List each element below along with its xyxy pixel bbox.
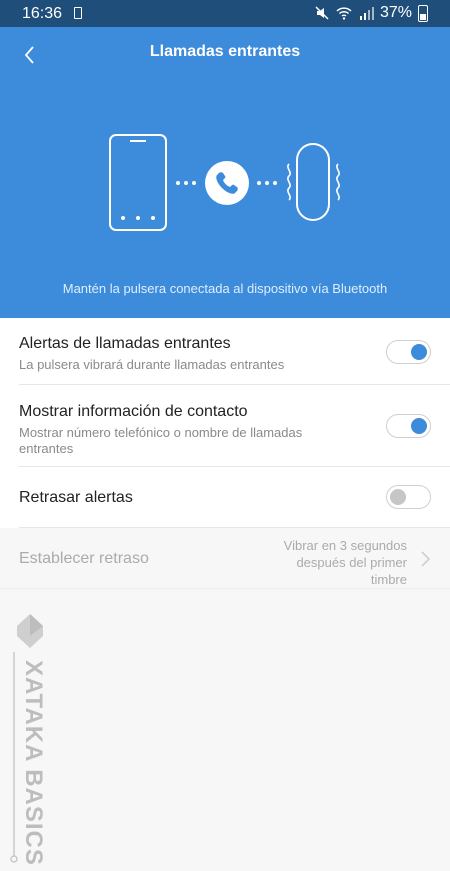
setting-description: La pulsera vibrará durante llamadas entr… bbox=[19, 357, 285, 372]
set-delay-value-line: Vibrar en 3 segundos bbox=[283, 538, 407, 553]
set-delay-value: Vibrar en 3 segundos después del primer … bbox=[257, 537, 407, 588]
band-icon bbox=[287, 143, 340, 221]
status-bar: 16:36 37% bbox=[0, 0, 450, 27]
settings-list: Alertas de llamadas entrantes La pulsera… bbox=[0, 318, 450, 528]
incoming-alerts-toggle[interactable] bbox=[386, 340, 431, 364]
set-delay-value-line: después del primer bbox=[296, 555, 407, 570]
status-time: 16:36 bbox=[22, 5, 63, 22]
setting-description: Mostrar número telefónico o nombre de ll… bbox=[19, 425, 303, 456]
connection-dots-right bbox=[257, 181, 277, 185]
call-icon bbox=[205, 161, 249, 205]
toggle-knob bbox=[390, 489, 406, 505]
chevron-right-icon bbox=[421, 551, 431, 567]
connection-dots-left bbox=[176, 181, 196, 185]
setting-show-contact-info: Mostrar información de contacto Mostrar … bbox=[19, 385, 450, 467]
set-delay-row[interactable]: Establecer retraso Vibrar en 3 segundos … bbox=[0, 528, 450, 589]
delay-alerts-toggle[interactable] bbox=[386, 485, 431, 509]
toggle-knob bbox=[411, 344, 427, 360]
battery-percent: 37% bbox=[379, 4, 412, 21]
phone-device-icon bbox=[109, 134, 167, 231]
page-title: Llamadas entrantes bbox=[149, 43, 301, 60]
connection-illustration bbox=[109, 134, 340, 231]
header-hero: Llamadas entrantes Mantén la pulsera con… bbox=[0, 27, 450, 318]
wifi-icon bbox=[336, 7, 352, 20]
bluetooth-hint: Mantén la pulsera conectada al dispositi… bbox=[62, 281, 388, 296]
setting-incoming-call-alerts: Alertas de llamadas entrantes La pulsera… bbox=[19, 318, 450, 385]
contact-info-toggle[interactable] bbox=[386, 414, 431, 438]
watermark-text: XATAKA BASICS bbox=[20, 660, 47, 866]
mute-icon bbox=[315, 6, 329, 20]
toggle-knob bbox=[411, 418, 427, 434]
set-delay-value-line: timbre bbox=[370, 572, 407, 587]
set-delay-label: Establecer retraso bbox=[19, 550, 149, 567]
notification-icon bbox=[74, 7, 82, 19]
signal-icon bbox=[359, 7, 374, 20]
battery-icon bbox=[418, 4, 428, 22]
status-icons: 37% bbox=[314, 4, 428, 22]
setting-delay-alerts: Retrasar alertas bbox=[19, 467, 450, 528]
setting-label: Mostrar información de contacto bbox=[19, 403, 248, 420]
